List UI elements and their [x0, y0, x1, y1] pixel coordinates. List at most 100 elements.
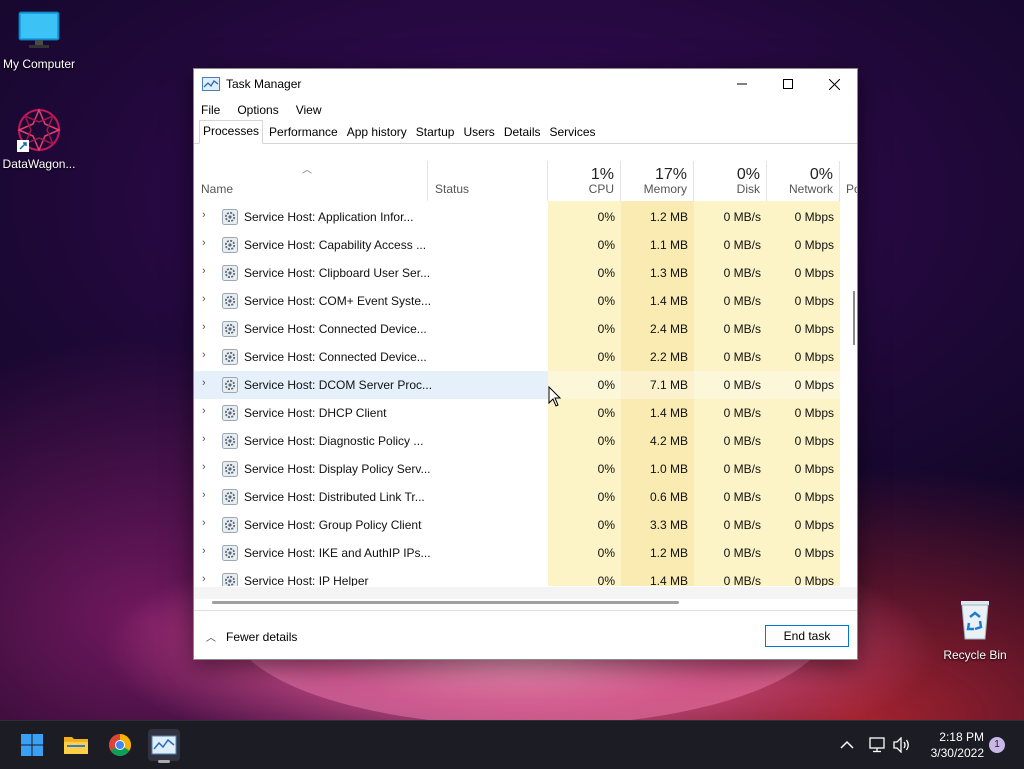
tab-performance[interactable]: Performance — [266, 122, 341, 143]
process-name-cell: › Service Host: Clipboard User Ser... — [194, 259, 548, 287]
column-header-memory[interactable]: 17% Memory — [621, 161, 694, 201]
table-row[interactable]: › Service Host: Connected Device... 0% 2.2 … — [194, 343, 857, 371]
network-cell: 0 Mbps — [794, 518, 834, 532]
process-name-cell: › Service Host: Group Policy Client — [194, 511, 548, 539]
task-manager-taskbar-button[interactable] — [148, 729, 180, 763]
column-header-network[interactable]: 0% Network — [767, 161, 840, 201]
process-name: Service Host: Application Infor... — [244, 210, 414, 224]
process-name: Service Host: Display Policy Serv... — [244, 462, 431, 476]
table-row[interactable]: › Service Host: DCOM Server Proc... 0% 7.1 … — [194, 371, 857, 399]
tab-bar: Processes Performance App history Startu… — [194, 120, 857, 144]
windows-logo-icon — [21, 734, 43, 756]
taskbar: 2:18 PM 3/30/2022 1 — [0, 720, 1024, 769]
task-manager-icon — [202, 77, 220, 91]
column-header-disk[interactable]: 0% Disk — [694, 161, 767, 201]
network-tray-button[interactable] — [868, 721, 886, 769]
horizontal-scrollbar[interactable] — [194, 587, 857, 599]
file-explorer-button[interactable] — [60, 729, 92, 761]
table-row[interactable]: › Service Host: IP Helper 0% 1.4 MB 0 MB/s 0 … — [194, 567, 857, 586]
folder-icon — [64, 737, 88, 754]
table-row[interactable]: › Service Host: COM+ Event Syste... 0% 1.4 … — [194, 287, 857, 315]
desktop-icon-datawagon[interactable]: DataWagon... — [0, 106, 84, 171]
expand-chevron-icon[interactable]: › — [202, 517, 206, 529]
tab-startup[interactable]: Startup — [413, 122, 458, 143]
menu-file[interactable]: File — [201, 103, 220, 117]
clock[interactable]: 2:18 PM 3/30/2022 — [931, 729, 984, 761]
column-header-power[interactable]: Po — [840, 161, 857, 201]
end-task-button[interactable]: End task — [765, 625, 849, 647]
notification-badge[interactable]: 1 — [989, 737, 1005, 753]
table-row[interactable]: › Service Host: Distributed Link Tr... 0% 0… — [194, 483, 857, 511]
column-header-status[interactable]: Status — [428, 161, 548, 201]
chevron-up-icon — [840, 740, 854, 749]
table-row[interactable]: › Service Host: Capability Access ... 0% 1.… — [194, 231, 857, 259]
expand-chevron-icon[interactable]: › — [202, 321, 206, 333]
cpu-cell: 0% — [597, 266, 615, 280]
network-cell: 0 Mbps — [794, 546, 834, 560]
minimize-button[interactable] — [719, 69, 765, 99]
expand-chevron-icon[interactable]: › — [202, 573, 206, 585]
service-gear-icon — [222, 573, 238, 586]
service-gear-icon — [222, 489, 238, 505]
expand-chevron-icon[interactable]: › — [202, 405, 206, 417]
cpu-cell: 0% — [597, 350, 615, 364]
process-name-cell: › Service Host: Display Policy Serv... — [194, 455, 548, 483]
tab-processes[interactable]: Processes — [199, 120, 264, 144]
service-gear-icon — [222, 517, 238, 533]
tab-services[interactable]: Services — [547, 122, 599, 143]
chrome-button[interactable] — [104, 729, 136, 761]
expand-chevron-icon[interactable]: › — [202, 433, 206, 445]
disk-cell: 0 MB/s — [723, 490, 761, 504]
table-row[interactable]: › Service Host: Display Policy Serv... 0% 1… — [194, 455, 857, 483]
title-bar[interactable]: Task Manager — [194, 69, 857, 99]
expand-chevron-icon[interactable]: › — [202, 461, 206, 473]
table-row[interactable]: › Service Host: Clipboard User Ser... 0% 1.… — [194, 259, 857, 287]
expand-chevron-icon[interactable]: › — [202, 293, 206, 305]
process-name: Service Host: Clipboard User Ser... — [244, 266, 431, 280]
minimize-icon — [737, 83, 747, 85]
maximize-button[interactable] — [765, 69, 811, 99]
menu-options[interactable]: Options — [237, 103, 278, 117]
desktop-icon-my-computer[interactable]: My Computer — [0, 10, 84, 71]
tab-users[interactable]: Users — [460, 122, 497, 143]
horizontal-scrollbar-thumb[interactable] — [212, 601, 679, 604]
table-row[interactable]: › Service Host: Diagnostic Policy ... 0% 4.… — [194, 427, 857, 455]
expand-chevron-icon[interactable]: › — [202, 237, 206, 249]
fewer-details-button[interactable]: ︿ Fewer details — [206, 629, 297, 645]
show-hidden-icons-button[interactable] — [840, 721, 854, 769]
network-cell: 0 Mbps — [794, 574, 834, 586]
volume-tray-button[interactable] — [893, 721, 911, 769]
cpu-cell: 0% — [597, 574, 615, 586]
menu-view[interactable]: View — [296, 103, 322, 117]
process-name: Service Host: Connected Device... — [244, 350, 427, 364]
vertical-scrollbar-thumb[interactable] — [851, 291, 857, 345]
disk-cell: 0 MB/s — [723, 406, 761, 420]
datawagon-logo-icon — [17, 108, 61, 152]
process-name-cell: › Service Host: DCOM Server Proc... — [194, 371, 548, 399]
column-header-cpu[interactable]: 1% CPU — [548, 161, 621, 201]
network-icon — [869, 737, 885, 753]
process-name: Service Host: IP Helper — [244, 574, 369, 586]
table-row[interactable]: › Service Host: Connected Device... 0% 2.4 … — [194, 315, 857, 343]
cpu-cell: 0% — [597, 238, 615, 252]
network-cell: 0 Mbps — [794, 238, 834, 252]
close-icon — [828, 78, 840, 90]
column-header-name[interactable]: ︿ Name — [194, 161, 428, 201]
expand-chevron-icon[interactable]: › — [202, 209, 206, 221]
start-button[interactable] — [16, 729, 48, 761]
table-row[interactable]: › Service Host: Group Policy Client 0% 3.3 … — [194, 511, 857, 539]
expand-chevron-icon[interactable]: › — [202, 349, 206, 361]
tab-app-history[interactable]: App history — [344, 122, 410, 143]
table-row[interactable]: › Service Host: DHCP Client 0% 1.4 MB 0 MB/s… — [194, 399, 857, 427]
tab-details[interactable]: Details — [501, 122, 544, 143]
expand-chevron-icon[interactable]: › — [202, 489, 206, 501]
close-button[interactable] — [811, 69, 857, 99]
table-row[interactable]: › Service Host: Application Infor... 0% 1.2… — [194, 203, 857, 231]
table-row[interactable]: › Service Host: IKE and AuthIP IPs... 0% 1.… — [194, 539, 857, 567]
memory-cell: 1.2 MB — [649, 546, 688, 560]
expand-chevron-icon[interactable]: › — [202, 265, 206, 277]
expand-chevron-icon[interactable]: › — [202, 377, 206, 389]
desktop-icon-recycle-bin[interactable]: Recycle Bin — [930, 597, 1020, 662]
clock-time: 2:18 PM — [939, 730, 984, 744]
expand-chevron-icon[interactable]: › — [202, 545, 206, 557]
